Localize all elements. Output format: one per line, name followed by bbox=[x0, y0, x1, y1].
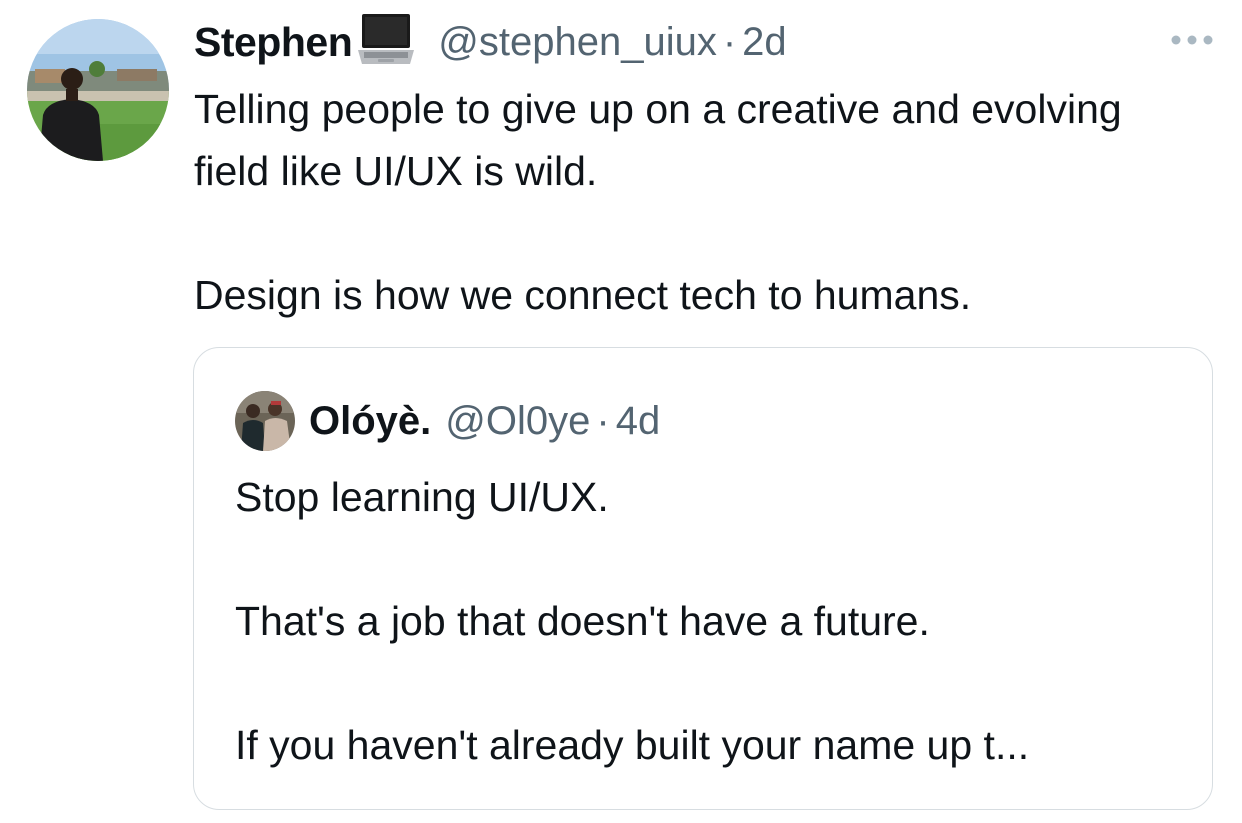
avatar[interactable] bbox=[27, 19, 169, 161]
quoted-author-name: Olóyè. bbox=[309, 398, 432, 443]
tweet-header: Stephen @stephen_uiux · 2d bbox=[194, 12, 787, 73]
quoted-text-line: That's a job that doesn't have a future. bbox=[235, 598, 930, 644]
quoted-text-line: If you haven't already built your name u… bbox=[235, 722, 1030, 768]
timestamp[interactable]: 2d bbox=[742, 20, 787, 65]
quoted-tweet[interactable]: Olóyè. @Ol0ye · 4d Stop learning UI/UX. … bbox=[193, 347, 1213, 810]
author-handle[interactable]: @stephen_uiux bbox=[438, 20, 717, 65]
quoted-avatar bbox=[235, 391, 295, 451]
laptop-icon bbox=[356, 12, 416, 73]
tweet-text: Telling people to give up on a creative … bbox=[194, 78, 1194, 326]
avatar-photo bbox=[27, 19, 169, 161]
tweet[interactable]: Stephen @stephen_uiux · 2d Telling peopl… bbox=[0, 0, 1242, 823]
tweet-text-line: Design is how we connect tech to humans. bbox=[194, 272, 972, 318]
tweet-text-line: Telling people to give up on a creative … bbox=[194, 86, 1122, 194]
quoted-author-handle: @Ol0ye bbox=[445, 398, 591, 443]
quoted-text-line: Stop learning UI/UX. bbox=[235, 474, 609, 520]
separator-dot: · bbox=[722, 19, 737, 64]
quoted-tweet-header: Olóyè. @Ol0ye · 4d bbox=[235, 390, 660, 452]
quoted-timestamp: 4d bbox=[615, 398, 661, 443]
separator-dot: · bbox=[596, 398, 610, 443]
author-name[interactable]: Stephen bbox=[194, 19, 353, 66]
quoted-tweet-text: Stop learning UI/UX. That's a job that d… bbox=[235, 466, 1185, 776]
more-horizontal-icon[interactable] bbox=[1170, 33, 1214, 52]
